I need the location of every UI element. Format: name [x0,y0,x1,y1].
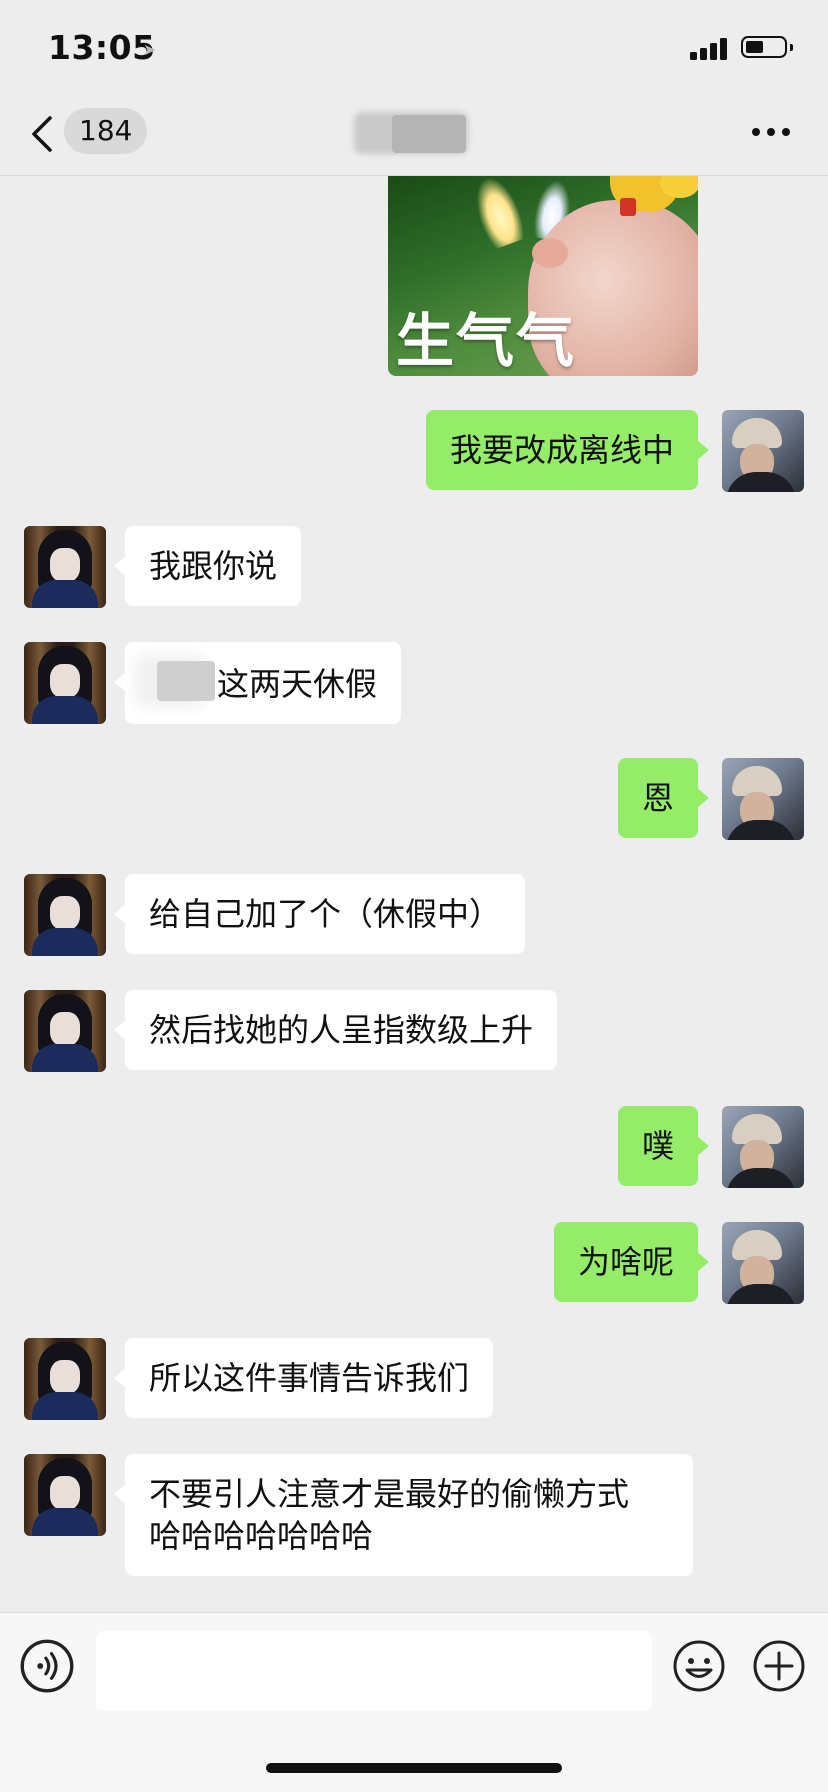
message-bubble-outgoing[interactable]: 噗 [617,1106,710,1186]
unread-count-badge[interactable]: 184 [64,108,148,154]
message-bubble-incoming[interactable]: 然后找她的人呈指数级上升 [113,990,558,1070]
redacted-name [157,661,215,701]
message-bubble-incoming[interactable]: 所以这件事情告诉我们 [113,1338,494,1418]
chat-nav-bar: 184 [0,100,828,176]
home-indicator[interactable] [266,1763,562,1773]
chevron-left-icon[interactable] [28,114,60,154]
my-avatar[interactable] [722,410,804,492]
contact-avatar[interactable] [24,526,106,608]
contact-avatar[interactable] [24,1454,106,1536]
ellipsis-icon[interactable] [752,128,792,138]
contact-avatar[interactable] [24,990,106,1072]
contact-avatar[interactable] [24,642,106,724]
sticker-message[interactable]: 生气气 [388,176,698,376]
message-bubble-incoming[interactable]: 这两天休假 [113,642,402,724]
sticker-caption: 生气气 [396,307,577,375]
voice-icon[interactable] [20,1639,74,1693]
my-avatar[interactable] [722,1106,804,1188]
emoji-icon[interactable] [672,1639,726,1693]
cellular-signal-icon [690,36,730,60]
chat-title-redaction-block [392,115,466,153]
contact-avatar[interactable] [24,1338,106,1420]
message-line: 哈哈哈哈哈哈哈 [149,1517,374,1555]
my-avatar[interactable] [722,1222,804,1304]
battery-icon [741,36,793,58]
message-bubble-outgoing[interactable]: 恩 [617,758,710,838]
location-arrow-icon: ➤ [143,40,157,59]
message-bubble-incoming[interactable]: 不要引人注意才是最好的偷懒方式 哈哈哈哈哈哈哈 [114,1454,693,1576]
message-bubble-incoming[interactable]: 给自己加了个（休假中） [113,874,526,954]
message-bubble-outgoing[interactable]: 为啥呢 [553,1222,710,1302]
chat-input-bar [0,1612,828,1792]
status-bar: 13:05 ➤ [0,0,828,100]
message-bubble-incoming[interactable]: 我跟你说 [113,526,302,606]
contact-avatar[interactable] [24,874,106,956]
message-input[interactable] [96,1631,652,1711]
my-avatar[interactable] [722,758,804,840]
message-line: 不要引人注意才是最好的偷懒方式 [149,1475,630,1513]
plus-icon[interactable] [752,1639,806,1693]
message-bubble-outgoing[interactable]: 我要改成离线中 [425,410,710,490]
message-list[interactable]: 生气气 我要改成离线中 我跟你说 这两天休假 恩 给自己加了个（休假中） 然后找… [0,176,828,1612]
status-time: 13:05 [48,28,156,67]
